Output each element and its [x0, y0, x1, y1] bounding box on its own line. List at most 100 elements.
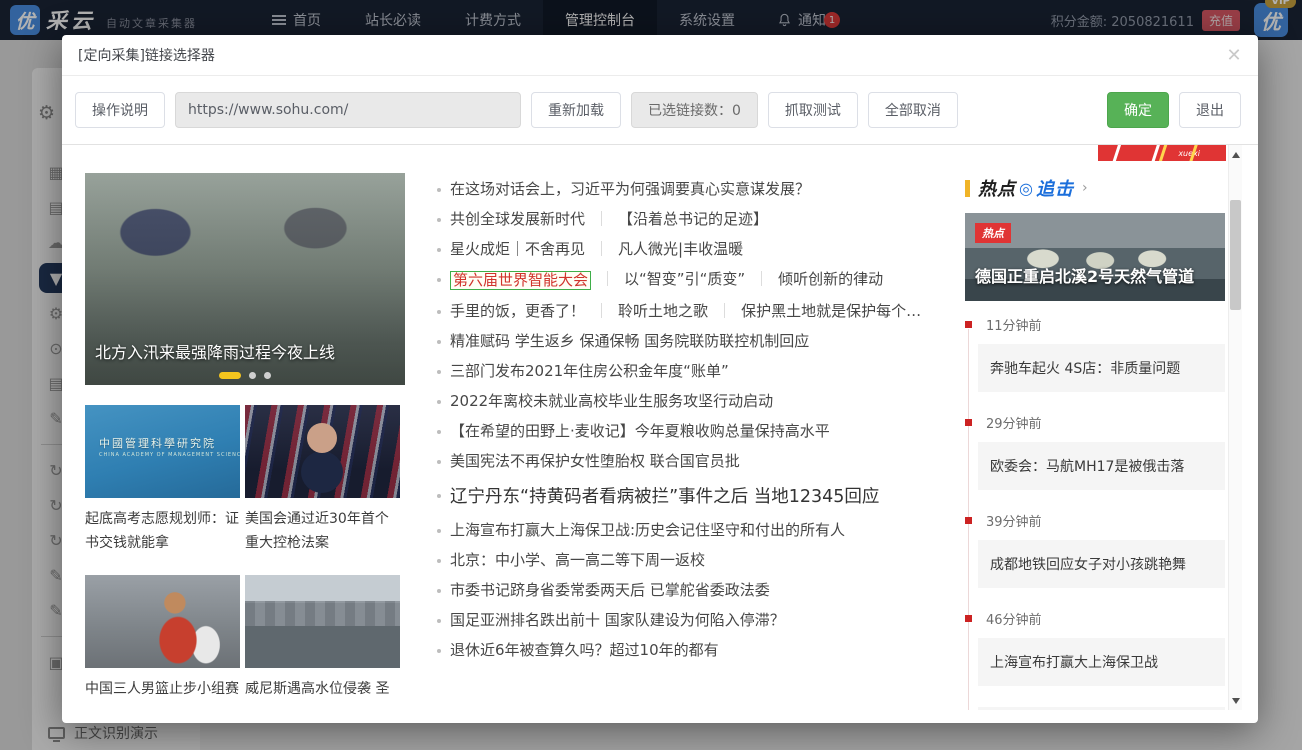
headline-item: 精准赋码 学生返乡 保通保畅 国务院联防联控机制回应: [437, 333, 942, 350]
thumb-caption[interactable]: 美国会通过近30年首个重大控枪法案: [245, 507, 400, 555]
headline-link[interactable]: 退休近6年被查算久吗？超过10年的都有: [450, 642, 719, 659]
headline-link[interactable]: 倾听创新的律动: [778, 271, 883, 288]
vertical-scrollbar[interactable]: [1228, 145, 1242, 710]
bullet-icon: [437, 340, 441, 344]
hot-item-title[interactable]: 成都地铁回应女子对小孩跳艳舞: [978, 540, 1225, 588]
news-thumb[interactable]: 中国三人男篮止步小组赛: [85, 575, 240, 701]
headline-link[interactable]: 【在希望的田野上·麦收记】今年夏粮收购总量保持高水平: [450, 423, 830, 440]
promo-banner-fragment[interactable]: xuexi: [1098, 145, 1226, 161]
headline-link[interactable]: 国足亚洲排名跌出前十 国家队建设为何陷入停滞？: [450, 612, 785, 629]
bullet-icon: [437, 248, 441, 252]
headline-separator: ｜: [717, 303, 732, 320]
bullet-icon: [437, 370, 441, 374]
carousel-caption[interactable]: 北方入汛来最强降雨过程今夜上线: [95, 339, 335, 363]
bullet-icon: [437, 218, 441, 222]
timeline-marker-icon: [965, 419, 972, 426]
bullet-icon: [437, 619, 441, 623]
headline-item: 辽宁丹东“持黄码者看病被拦”事件之后 当地12345回应: [437, 487, 942, 507]
carousel-image[interactable]: 北方入汛来最强降雨过程今夜上线: [85, 173, 405, 385]
hot-news-column: 热点 ◎ 追击 › 热点 德国正重启北溪2号天然气管道 11分钟前奔驰车起火 4…: [965, 175, 1225, 710]
hot-section-header[interactable]: 热点 ◎ 追击 ›: [965, 175, 1225, 201]
scroll-up-arrow[interactable]: [1229, 147, 1243, 162]
headline-link[interactable]: 辽宁丹东“持黄码者看病被拦”事件之后 当地12345回应: [450, 487, 879, 507]
timeline-marker-icon: [965, 517, 972, 524]
hot-item-time: 29分钟前: [965, 413, 1225, 432]
thumb-caption[interactable]: 起底高考志愿规划师：证书交钱就能拿: [85, 507, 240, 555]
headline-item: 美国宪法不再保护女性堕胎权 联合国官员批: [437, 453, 942, 470]
headline-item: 市委书记跻身省委常委两天后 已掌舵省委政法委: [437, 582, 942, 599]
headline-link[interactable]: 市委书记跻身省委常委两天后 已掌舵省委政法委: [450, 582, 770, 599]
carousel-dot[interactable]: [219, 372, 241, 379]
headline-link[interactable]: 三部门发布2021年住房公积金年度“账单”: [450, 363, 729, 380]
news-thumb[interactable]: 中國管理科學研究院CHINA ACADEMY OF MANAGEMENT SCI…: [85, 405, 240, 555]
thumb-caption[interactable]: 中国三人男篮止步小组赛: [85, 677, 240, 701]
carousel-dot[interactable]: [264, 372, 271, 379]
hot-item-partial: [978, 707, 1225, 710]
confirm-button[interactable]: 确定: [1107, 92, 1169, 128]
scroll-down-arrow[interactable]: [1229, 693, 1243, 708]
headline-item: 第六届世界智能大会｜以“智变”引“质变”｜倾听创新的律动: [437, 271, 942, 290]
bullet-icon: [437, 649, 441, 653]
headline-link[interactable]: 手里的饭，更香了！: [450, 303, 585, 320]
headline-link[interactable]: 凡人微光|丰收温暖: [618, 241, 743, 258]
grab-test-button[interactable]: 抓取测试: [768, 92, 858, 128]
url-input[interactable]: [175, 92, 521, 128]
headline-link-selected[interactable]: 第六届世界智能大会: [450, 271, 591, 290]
timeline-marker-icon: [965, 615, 972, 622]
cancel-all-button[interactable]: 全部取消: [868, 92, 958, 128]
section-accent-bar: [965, 180, 970, 197]
thumb-image-img-biden[interactable]: [245, 405, 400, 498]
headline-item: 共创全球发展新时代 ｜ 【沿着总书记的足迹】: [437, 211, 942, 228]
headline-item: 星火成炬｜不舍再见 ｜ 凡人微光|丰收温暖: [437, 241, 942, 258]
hot-item-time: 46分钟前: [965, 609, 1225, 628]
headline-link[interactable]: 上海宣布打赢大上海保卫战:历史会记住坚守和付出的所有人: [450, 522, 845, 539]
thumb-caption[interactable]: 威尼斯遇高水位侵袭 圣: [245, 677, 400, 701]
news-thumb[interactable]: 威尼斯遇高水位侵袭 圣: [245, 575, 400, 701]
headline-link[interactable]: 共创全球发展新时代: [450, 211, 585, 228]
hot-news-item: 11分钟前奔驰车起火 4S店：非质量问题: [965, 315, 1225, 392]
headline-item: 北京：中小学、高一高二等下周一返校: [437, 552, 942, 569]
headline-link[interactable]: 2022年离校未就业高校毕业生服务攻坚行动启动: [450, 393, 773, 410]
carousel-dots[interactable]: [85, 372, 405, 379]
hot-card-title: 德国正重启北溪2号天然气管道: [975, 263, 1194, 287]
hot-news-timeline: 11分钟前奔驰车起火 4S店：非质量问题 29分钟前欧委会：马航MH17是被俄击落…: [965, 315, 1225, 710]
headline-link[interactable]: 保护黑土地就是保护每个…: [741, 303, 921, 320]
headline-item: 上海宣布打赢大上海保卫战:历史会记住坚守和付出的所有人: [437, 522, 942, 539]
hot-item-title[interactable]: 奔驰车起火 4S店：非质量问题: [978, 344, 1225, 392]
headline-separator: ｜: [594, 211, 609, 228]
headline-separator: ｜: [594, 303, 609, 320]
headline-list: 在这场对话会上，习近平为何强调要真心实意谋发展？ 共创全球发展新时代 ｜ 【沿着总书记…: [437, 181, 942, 672]
hot-item-title[interactable]: 欧委会：马航MH17是被俄击落: [978, 442, 1225, 490]
thumb-image-img-venice[interactable]: [245, 575, 400, 668]
bullet-icon: [437, 589, 441, 593]
news-thumb[interactable]: 美国会通过近30年首个重大控枪法案: [245, 405, 400, 555]
exit-button[interactable]: 退出: [1179, 92, 1241, 128]
bullet-icon: [437, 430, 441, 434]
headline-link[interactable]: 精准赋码 学生返乡 保通保畅 国务院联防联控机制回应: [450, 333, 809, 350]
headline-link[interactable]: 【沿着总书记的足迹】: [618, 211, 768, 228]
thumb-image-img-basketball[interactable]: [85, 575, 240, 668]
hot-news-card[interactable]: 热点 德国正重启北溪2号天然气管道: [965, 213, 1225, 301]
headline-link[interactable]: 以“智变”引“质变”: [624, 271, 745, 288]
reload-button[interactable]: 重新加载: [531, 92, 621, 128]
headline-link[interactable]: 在这场对话会上，习近平为何强调要真心实意谋发展？: [450, 181, 810, 198]
image-sign-text: 中國管理科學研究院: [99, 435, 216, 451]
target-icon: ◎: [1019, 179, 1033, 198]
headline-item: 国足亚洲排名跌出前十 国家队建设为何陷入停滞？: [437, 612, 942, 629]
scrollbar-thumb[interactable]: [1230, 200, 1241, 310]
modal-header: [定向采集]链接选择器: [62, 35, 1258, 76]
headline-item: 手里的饭，更香了！ ｜ 聆听土地之歌 ｜ 保护黑土地就是保护每个…: [437, 303, 942, 320]
carousel-dot[interactable]: [249, 372, 256, 379]
headline-link[interactable]: 北京：中小学、高一高二等下周一返校: [450, 552, 705, 569]
headline-separator: ｜: [594, 241, 609, 258]
headline-link[interactable]: 星火成炬｜不舍再见: [450, 241, 585, 258]
close-icon[interactable]: [1222, 43, 1246, 67]
bullet-icon: [437, 188, 441, 192]
thumb-image-img-academy[interactable]: 中國管理科學研究院CHINA ACADEMY OF MANAGEMENT SCI…: [85, 405, 240, 498]
headline-link[interactable]: 美国宪法不再保护女性堕胎权 联合国官员批: [450, 453, 740, 470]
bullet-icon: [437, 559, 441, 563]
hot-item-title[interactable]: 上海宣布打赢大上海保卫战: [978, 638, 1225, 686]
bullet-icon: [437, 278, 441, 282]
headline-link[interactable]: 聆听土地之歌: [618, 303, 708, 320]
help-button[interactable]: 操作说明: [75, 92, 165, 128]
